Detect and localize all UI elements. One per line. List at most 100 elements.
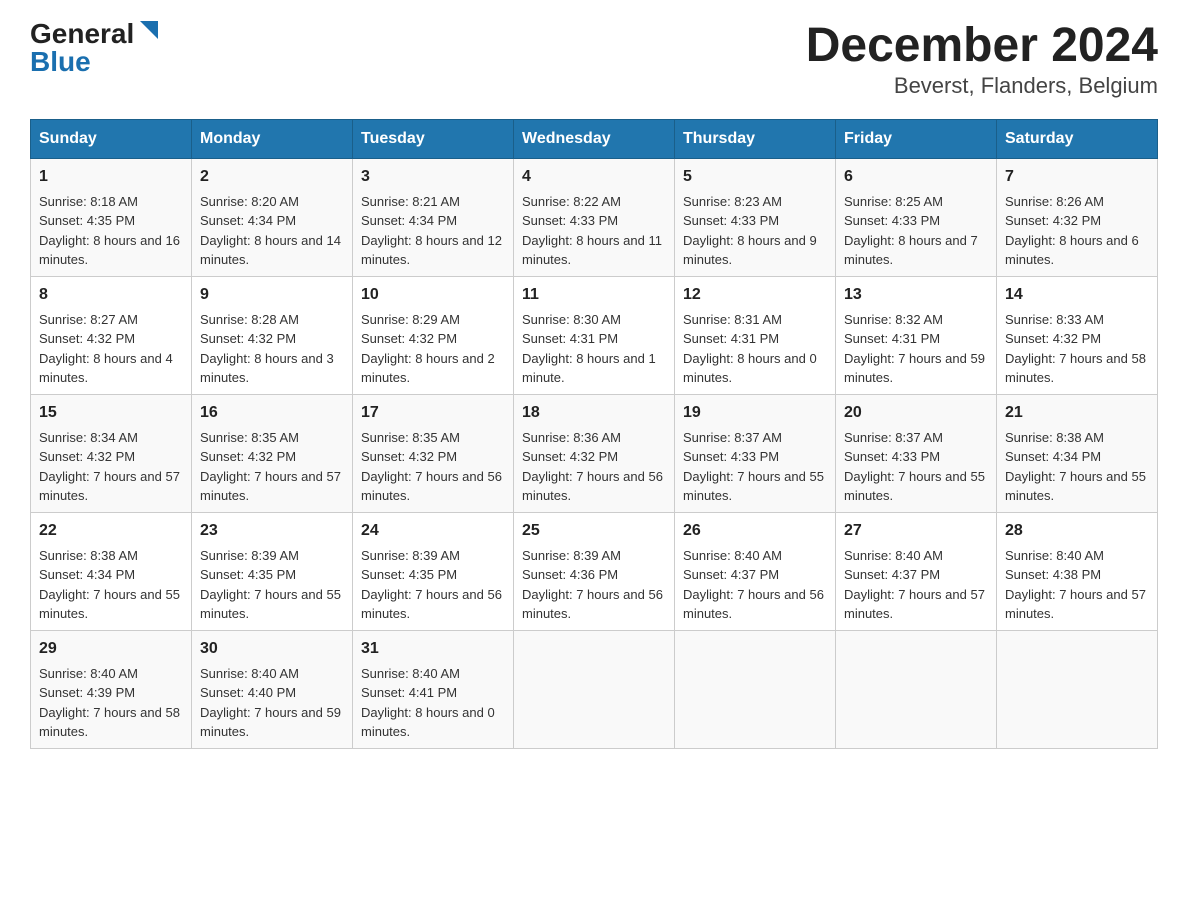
day-info: Sunrise: 8:40 AMSunset: 4:39 PMDaylight:… <box>39 664 183 742</box>
day-number: 16 <box>200 401 344 425</box>
calendar-cell: 25Sunrise: 8:39 AMSunset: 4:36 PMDayligh… <box>514 512 675 630</box>
calendar-cell: 16Sunrise: 8:35 AMSunset: 4:32 PMDayligh… <box>192 394 353 512</box>
calendar-cell: 30Sunrise: 8:40 AMSunset: 4:40 PMDayligh… <box>192 630 353 748</box>
week-row-3: 15 Sunrise: 8:34 AMSunset: 4:32 PMDayligh… <box>31 394 1158 512</box>
calendar-cell: 29 Sunrise: 8:40 AMSunset: 4:39 PMDayligh… <box>31 630 192 748</box>
day-info: Sunrise: 8:28 AMSunset: 4:32 PMDaylight:… <box>200 310 344 388</box>
day-info: Sunrise: 8:30 AMSunset: 4:31 PMDaylight:… <box>522 310 666 388</box>
day-number: 30 <box>200 637 344 661</box>
calendar-cell: 26 Sunrise: 8:40 AMSunset: 4:37 PMDayligh… <box>675 512 836 630</box>
day-info: Sunrise: 8:36 AMSunset: 4:32 PMDaylight:… <box>522 428 666 506</box>
day-info: Sunrise: 8:37 AMSunset: 4:33 PMDaylight:… <box>683 428 827 506</box>
day-number: 20 <box>844 401 988 425</box>
day-info: Sunrise: 8:40 AMSunset: 4:41 PMDaylight:… <box>361 664 505 742</box>
day-info: Sunrise: 8:26 AMSunset: 4:32 PMDaylight:… <box>1005 192 1149 270</box>
day-number: 7 <box>1005 165 1149 189</box>
calendar-cell: 8 Sunrise: 8:27 AMSunset: 4:32 PMDaylight… <box>31 276 192 394</box>
calendar-cell: 28Sunrise: 8:40 AMSunset: 4:38 PMDayligh… <box>997 512 1158 630</box>
day-info: Sunrise: 8:32 AMSunset: 4:31 PMDaylight:… <box>844 310 988 388</box>
header-row: SundayMondayTuesdayWednesdayThursdayFrid… <box>31 119 1158 158</box>
day-info: Sunrise: 8:39 AMSunset: 4:35 PMDaylight:… <box>200 546 344 624</box>
calendar-cell: 2Sunrise: 8:20 AMSunset: 4:34 PMDaylight… <box>192 158 353 276</box>
logo-blue-text: Blue <box>30 48 91 76</box>
week-row-4: 22 Sunrise: 8:38 AMSunset: 4:34 PMDayligh… <box>31 512 1158 630</box>
day-info: Sunrise: 8:18 AMSunset: 4:35 PMDaylight:… <box>39 192 183 270</box>
calendar-cell: 18Sunrise: 8:36 AMSunset: 4:32 PMDayligh… <box>514 394 675 512</box>
day-info: Sunrise: 8:23 AMSunset: 4:33 PMDaylight:… <box>683 192 827 270</box>
calendar-cell: 7 Sunrise: 8:26 AMSunset: 4:32 PMDaylight… <box>997 158 1158 276</box>
day-number: 22 <box>39 519 183 543</box>
calendar-header: SundayMondayTuesdayWednesdayThursdayFrid… <box>31 119 1158 158</box>
calendar-cell: 21Sunrise: 8:38 AMSunset: 4:34 PMDayligh… <box>997 394 1158 512</box>
day-number: 27 <box>844 519 988 543</box>
day-number: 8 <box>39 283 183 307</box>
calendar-cell: 1 Sunrise: 8:18 AMSunset: 4:35 PMDaylight… <box>31 158 192 276</box>
day-info: Sunrise: 8:38 AMSunset: 4:34 PMDaylight:… <box>39 546 183 624</box>
day-info: Sunrise: 8:25 AMSunset: 4:33 PMDaylight:… <box>844 192 988 270</box>
calendar-cell: 5 Sunrise: 8:23 AMSunset: 4:33 PMDaylight… <box>675 158 836 276</box>
page-header: General Blue December 2024 Beverst, Flan… <box>30 20 1158 99</box>
calendar-cell: 31 Sunrise: 8:40 AMSunset: 4:41 PMDayligh… <box>353 630 514 748</box>
day-info: Sunrise: 8:21 AMSunset: 4:34 PMDaylight:… <box>361 192 505 270</box>
calendar-cell <box>997 630 1158 748</box>
day-number: 14 <box>1005 283 1149 307</box>
day-number: 15 <box>39 401 183 425</box>
header-wednesday: Wednesday <box>514 119 675 158</box>
day-number: 29 <box>39 637 183 661</box>
day-info: Sunrise: 8:31 AMSunset: 4:31 PMDaylight:… <box>683 310 827 388</box>
day-info: Sunrise: 8:34 AMSunset: 4:32 PMDaylight:… <box>39 428 183 506</box>
day-info: Sunrise: 8:40 AMSunset: 4:37 PMDaylight:… <box>683 546 827 624</box>
calendar-cell <box>514 630 675 748</box>
day-info: Sunrise: 8:35 AMSunset: 4:32 PMDaylight:… <box>361 428 505 506</box>
calendar-cell <box>836 630 997 748</box>
header-monday: Monday <box>192 119 353 158</box>
calendar-cell: 24 Sunrise: 8:39 AMSunset: 4:35 PMDayligh… <box>353 512 514 630</box>
day-number: 17 <box>361 401 505 425</box>
calendar-cell: 10 Sunrise: 8:29 AMSunset: 4:32 PMDayligh… <box>353 276 514 394</box>
calendar-cell: 11Sunrise: 8:30 AMSunset: 4:31 PMDayligh… <box>514 276 675 394</box>
day-number: 26 <box>683 519 827 543</box>
day-number: 10 <box>361 283 505 307</box>
week-row-1: 1 Sunrise: 8:18 AMSunset: 4:35 PMDaylight… <box>31 158 1158 276</box>
day-number: 28 <box>1005 519 1149 543</box>
day-number: 12 <box>683 283 827 307</box>
logo-arrow-icon <box>136 21 158 43</box>
day-number: 1 <box>39 165 183 189</box>
day-info: Sunrise: 8:27 AMSunset: 4:32 PMDaylight:… <box>39 310 183 388</box>
day-number: 4 <box>522 165 666 189</box>
calendar-table: SundayMondayTuesdayWednesdayThursdayFrid… <box>30 119 1158 749</box>
day-number: 9 <box>200 283 344 307</box>
calendar-cell: 4 Sunrise: 8:22 AMSunset: 4:33 PMDaylight… <box>514 158 675 276</box>
calendar-cell <box>675 630 836 748</box>
day-info: Sunrise: 8:39 AMSunset: 4:35 PMDaylight:… <box>361 546 505 624</box>
calendar-cell: 6Sunrise: 8:25 AMSunset: 4:33 PMDaylight… <box>836 158 997 276</box>
page-subtitle: Beverst, Flanders, Belgium <box>806 73 1158 99</box>
calendar-cell: 14 Sunrise: 8:33 AMSunset: 4:32 PMDayligh… <box>997 276 1158 394</box>
day-info: Sunrise: 8:20 AMSunset: 4:34 PMDaylight:… <box>200 192 344 270</box>
day-info: Sunrise: 8:37 AMSunset: 4:33 PMDaylight:… <box>844 428 988 506</box>
calendar-cell: 15 Sunrise: 8:34 AMSunset: 4:32 PMDayligh… <box>31 394 192 512</box>
logo: General Blue <box>30 20 158 76</box>
week-row-2: 8 Sunrise: 8:27 AMSunset: 4:32 PMDaylight… <box>31 276 1158 394</box>
day-number: 5 <box>683 165 827 189</box>
page-title: December 2024 <box>806 20 1158 73</box>
calendar-cell: 12 Sunrise: 8:31 AMSunset: 4:31 PMDayligh… <box>675 276 836 394</box>
header-friday: Friday <box>836 119 997 158</box>
header-sunday: Sunday <box>31 119 192 158</box>
day-info: Sunrise: 8:38 AMSunset: 4:34 PMDaylight:… <box>1005 428 1149 506</box>
header-thursday: Thursday <box>675 119 836 158</box>
day-number: 19 <box>683 401 827 425</box>
day-info: Sunrise: 8:33 AMSunset: 4:32 PMDaylight:… <box>1005 310 1149 388</box>
day-number: 24 <box>361 519 505 543</box>
day-number: 23 <box>200 519 344 543</box>
day-number: 31 <box>361 637 505 661</box>
week-row-5: 29 Sunrise: 8:40 AMSunset: 4:39 PMDayligh… <box>31 630 1158 748</box>
day-info: Sunrise: 8:29 AMSunset: 4:32 PMDaylight:… <box>361 310 505 388</box>
header-saturday: Saturday <box>997 119 1158 158</box>
calendar-cell: 9 Sunrise: 8:28 AMSunset: 4:32 PMDaylight… <box>192 276 353 394</box>
day-info: Sunrise: 8:22 AMSunset: 4:33 PMDaylight:… <box>522 192 666 270</box>
day-number: 25 <box>522 519 666 543</box>
header-tuesday: Tuesday <box>353 119 514 158</box>
calendar-cell: 13Sunrise: 8:32 AMSunset: 4:31 PMDayligh… <box>836 276 997 394</box>
logo-general-text: General <box>30 20 134 48</box>
